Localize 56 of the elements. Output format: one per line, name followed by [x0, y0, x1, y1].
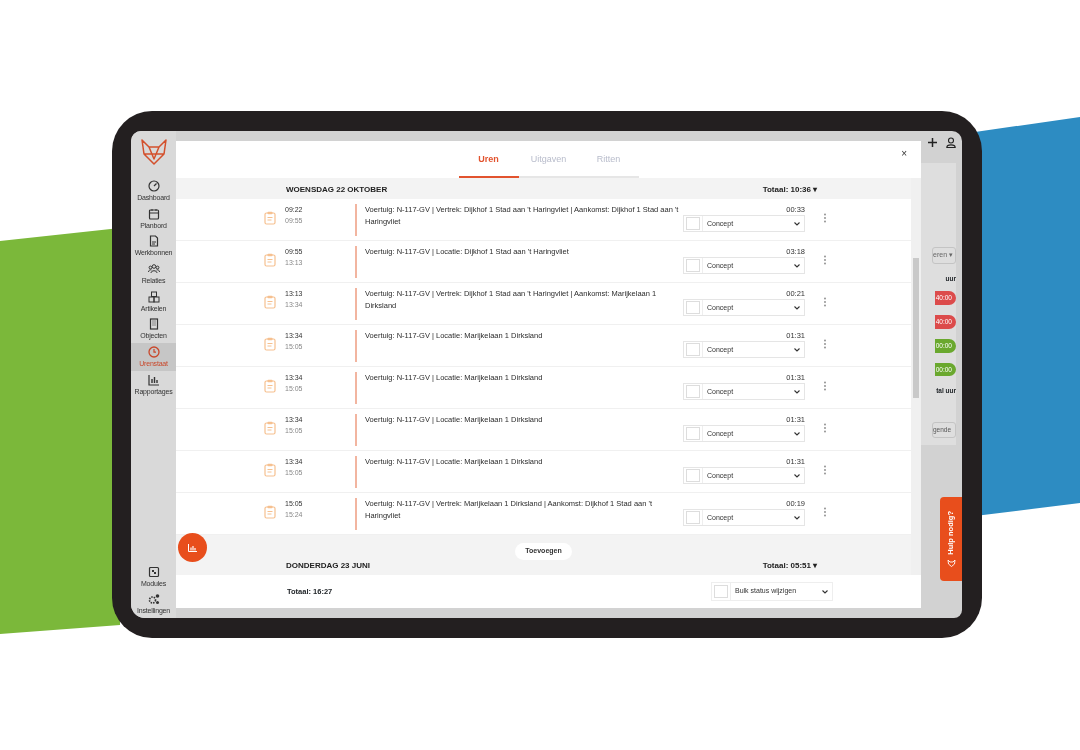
more-icon[interactable] [823, 381, 827, 391]
document-icon [147, 235, 160, 248]
chevron-down-icon [794, 221, 800, 226]
checkbox[interactable] [686, 511, 700, 525]
close-button[interactable]: × [895, 145, 913, 162]
chevron-down-icon [794, 515, 800, 520]
bar-chart-icon [147, 373, 160, 386]
checkbox[interactable] [686, 217, 700, 231]
checkbox[interactable] [686, 343, 700, 357]
clipboard-icon [264, 295, 276, 309]
chevron-down-icon [794, 389, 800, 394]
clipboard-icon [264, 253, 276, 267]
more-icon[interactable] [823, 423, 827, 433]
checkbox[interactable] [714, 585, 728, 598]
chevron-down-icon [794, 305, 800, 310]
day-total[interactable]: Totaal: 10:36 [762, 184, 811, 196]
fox-logo-icon [946, 558, 956, 567]
more-icon[interactable] [823, 465, 827, 475]
clipboard-icon [264, 211, 276, 225]
caret-icon: ▾ [813, 560, 817, 572]
day-title: DONDERDAG 23 JUNI [286, 560, 370, 572]
checkbox[interactable] [686, 259, 700, 273]
more-icon[interactable] [823, 255, 827, 265]
people-icon [147, 263, 160, 276]
bar-chart-icon [188, 543, 197, 552]
clipboard-icon [264, 463, 276, 477]
clipboard-icon [264, 379, 276, 393]
chevron-down-icon [794, 347, 800, 352]
chevron-down-icon [794, 431, 800, 436]
clock-icon [147, 346, 160, 359]
more-icon[interactable] [823, 297, 827, 307]
checkbox[interactable] [686, 301, 700, 315]
checkbox[interactable] [686, 385, 700, 399]
calendar-icon [147, 207, 160, 220]
more-icon[interactable] [823, 213, 827, 223]
fox-logo-icon [138, 137, 169, 167]
plus-icon[interactable] [928, 137, 937, 147]
checkbox[interactable] [686, 427, 700, 441]
clipboard-icon [264, 421, 276, 435]
day-total[interactable]: Totaal: 05:51 [762, 560, 811, 572]
chevron-down-icon [794, 473, 800, 478]
gears-icon [147, 593, 160, 606]
more-icon[interactable] [823, 507, 827, 517]
more-icon[interactable] [823, 339, 827, 349]
building-icon [147, 318, 160, 331]
clipboard-icon [264, 505, 276, 519]
caret-icon: ▾ [813, 184, 817, 196]
chevron-down-icon [822, 589, 828, 594]
day-title: WOENSDAG 22 OKTOBER [286, 184, 388, 196]
checkbox[interactable] [686, 469, 700, 483]
boxes-icon [147, 290, 160, 303]
chevron-down-icon [794, 263, 800, 268]
user-icon[interactable] [946, 136, 956, 148]
clipboard-icon [264, 337, 276, 351]
module-icon [147, 565, 160, 578]
gauge-icon [147, 180, 160, 192]
